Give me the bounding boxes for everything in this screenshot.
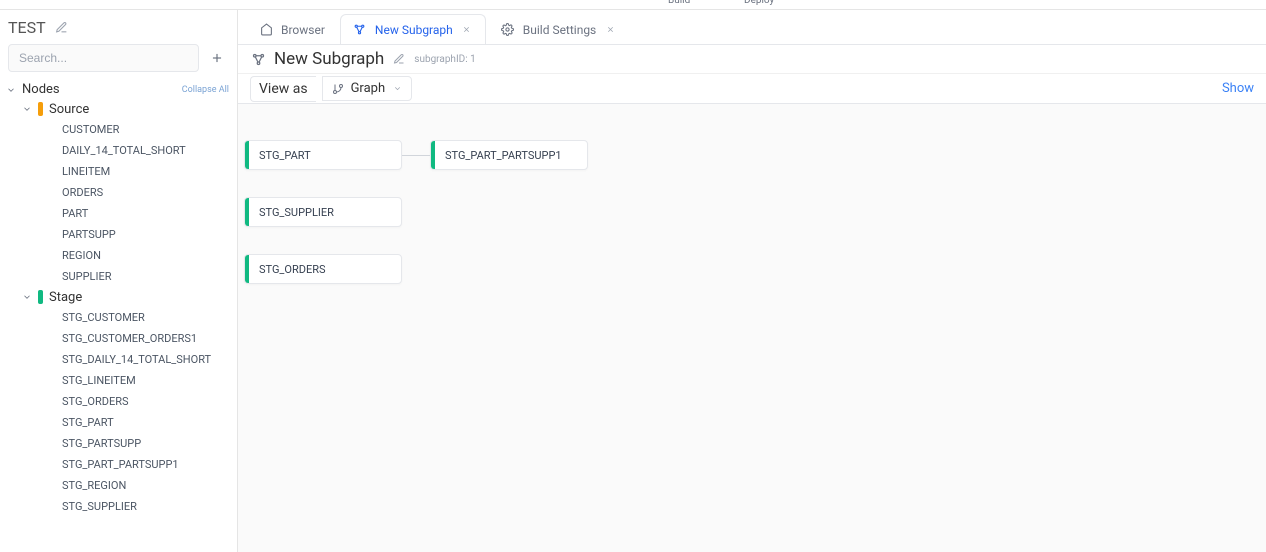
tree-item[interactable]: STG_CUSTOMER_ORDERS1 <box>0 328 237 349</box>
graph-node[interactable]: STG_PART <box>244 140 402 170</box>
subgraph-icon <box>353 23 367 37</box>
tree-item[interactable]: PART <box>0 203 237 224</box>
group-color-pill <box>38 290 43 304</box>
show-link[interactable]: Show <box>1222 81 1254 96</box>
tab-browser[interactable]: Browser <box>246 14 338 44</box>
branch-icon <box>331 82 345 96</box>
chevron-down-icon <box>393 84 403 94</box>
group-label: Stage <box>49 290 82 305</box>
tree-item[interactable]: DAILY_14_TOTAL_SHORT <box>0 140 237 161</box>
workspace-title: TEST <box>8 18 46 37</box>
graph-node[interactable]: STG_PART_PARTSUPP1 <box>430 140 588 170</box>
graph-node[interactable]: STG_ORDERS <box>244 254 402 284</box>
tree-item[interactable]: STG_PART_PARTSUPP1 <box>0 454 237 475</box>
tree-item[interactable]: STG_CUSTOMER <box>0 307 237 328</box>
tree-item[interactable]: REGION <box>0 245 237 266</box>
edit-workspace-icon[interactable] <box>54 19 70 35</box>
tree-item[interactable]: STG_LINEITEM <box>0 370 237 391</box>
tree-item[interactable]: STG_SUPPLIER <box>0 496 237 517</box>
sidebar: TEST Nodes Collapse All Source CUSTOMERDA… <box>0 10 238 552</box>
tab-settings-label: Build Settings <box>523 23 597 37</box>
viewas-selected: Graph <box>351 81 386 96</box>
group-header-stage[interactable]: Stage <box>0 287 237 307</box>
group-label: Source <box>49 102 89 117</box>
node-label: STG_SUPPLIER <box>249 198 344 227</box>
group-header-source[interactable]: Source <box>0 99 237 119</box>
gear-icon <box>501 23 515 37</box>
close-icon[interactable] <box>604 24 616 36</box>
group-color-pill <box>38 102 43 116</box>
page-title: New Subgraph <box>274 49 384 69</box>
chevron-down-icon <box>4 83 18 97</box>
collapse-all-link[interactable]: Collapse All <box>182 85 229 95</box>
tab-browser-label: Browser <box>281 23 325 37</box>
viewas-label: View as <box>250 76 316 102</box>
add-button[interactable] <box>205 46 229 70</box>
graph-canvas[interactable]: STG_PART STG_PART_PARTSUPP1 STG_SUPPLIER ST… <box>238 104 1266 552</box>
viewas-select[interactable]: Graph <box>322 76 412 101</box>
tree-item[interactable]: CUSTOMER <box>0 119 237 140</box>
chevron-down-icon <box>20 290 34 304</box>
tree-item[interactable]: LINEITEM <box>0 161 237 182</box>
graph-edge <box>402 155 430 156</box>
tree-item[interactable]: STG_PARTSUPP <box>0 433 237 454</box>
tree-item[interactable]: STG_DAILY_14_TOTAL_SHORT <box>0 349 237 370</box>
tree-item[interactable]: STG_ORDERS <box>0 391 237 412</box>
search-input[interactable] <box>8 44 199 72</box>
close-icon[interactable] <box>461 24 473 36</box>
node-label: STG_PART_PARTSUPP1 <box>435 141 572 170</box>
tree-item[interactable]: SUPPLIER <box>0 266 237 287</box>
subgraph-icon <box>250 51 266 67</box>
node-label: STG_PART <box>249 141 321 170</box>
tree-item[interactable]: ORDERS <box>0 182 237 203</box>
tree-item[interactable]: PARTSUPP <box>0 224 237 245</box>
tree-item[interactable]: STG_REGION <box>0 475 237 496</box>
nodes-label: Nodes <box>22 82 60 97</box>
topnav-build[interactable]: Build <box>668 0 690 6</box>
subgraph-id-label: subgraphID: 1 <box>414 54 475 65</box>
edit-title-icon[interactable] <box>392 52 406 66</box>
nodes-section-header[interactable]: Nodes Collapse All <box>0 80 237 99</box>
tree-item[interactable]: STG_PART <box>0 412 237 433</box>
chevron-down-icon <box>20 102 34 116</box>
tab-subgraph-label: New Subgraph <box>375 23 453 37</box>
tab-build-settings[interactable]: Build Settings <box>488 14 630 44</box>
graph-node[interactable]: STG_SUPPLIER <box>244 197 402 227</box>
home-icon <box>259 23 273 37</box>
node-label: STG_ORDERS <box>249 255 336 284</box>
topnav-deploy[interactable]: Deploy <box>744 0 774 6</box>
tab-new-subgraph[interactable]: New Subgraph <box>340 14 486 44</box>
